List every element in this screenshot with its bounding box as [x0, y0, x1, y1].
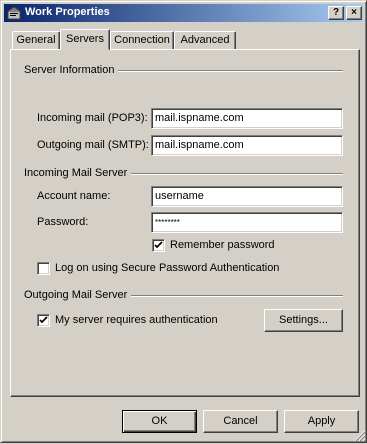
settings-button[interactable]: Settings...	[264, 309, 343, 332]
spa-label[interactable]: Log on using Secure Password Authenticat…	[55, 262, 279, 274]
account-name-label: Account name:	[37, 190, 111, 202]
server-info-heading: Server Information	[24, 64, 119, 76]
server-auth-label[interactable]: My server requires authentication	[55, 314, 218, 326]
size-grip-icon[interactable]	[354, 430, 366, 442]
account-name-field[interactable]: username	[151, 186, 343, 207]
cancel-button[interactable]: Cancel	[203, 410, 278, 433]
ok-button[interactable]: OK	[122, 410, 197, 433]
outgoing-mail-label: Outgoing mail (SMTP):	[37, 139, 149, 151]
password-field[interactable]: ********	[151, 212, 343, 233]
server-auth-checkbox[interactable]	[37, 314, 50, 327]
checkmark-icon	[39, 316, 48, 324]
remember-password-label[interactable]: Remember password	[170, 239, 275, 251]
incoming-mail-field[interactable]: mail.ispname.com	[151, 108, 343, 129]
outgoing-server-heading: Outgoing Mail Server	[24, 289, 132, 301]
incoming-mail-label: Incoming mail (POP3):	[37, 112, 148, 124]
checkmark-icon	[154, 241, 163, 249]
remember-password-checkbox[interactable]	[152, 239, 165, 252]
properties-dialog: Work Properties ? × General Servers Conn…	[0, 0, 367, 443]
spa-checkbox[interactable]	[37, 262, 50, 275]
apply-button[interactable]: Apply	[284, 410, 359, 433]
incoming-server-heading: Incoming Mail Server	[24, 167, 132, 179]
password-label: Password:	[37, 216, 89, 228]
outgoing-mail-field[interactable]: mail.ispname.com	[151, 135, 343, 156]
